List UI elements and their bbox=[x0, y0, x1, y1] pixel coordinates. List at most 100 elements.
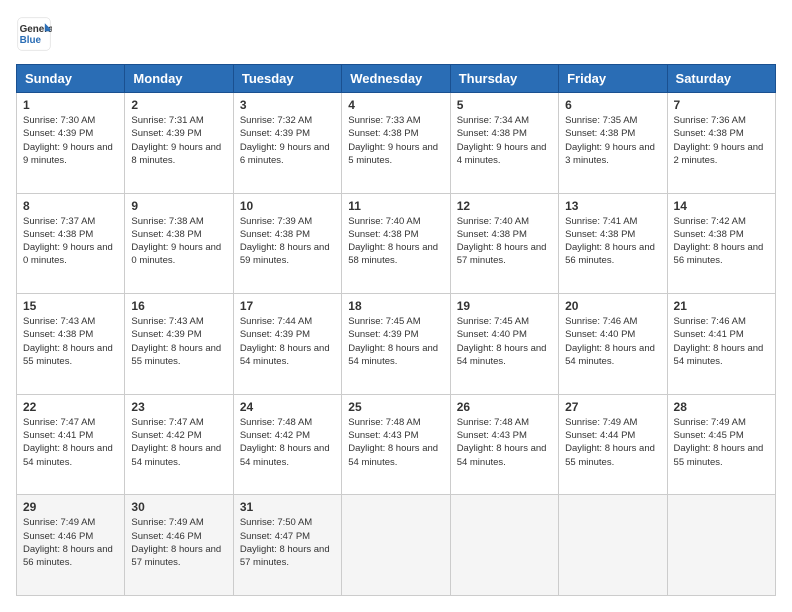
day-number: 7 bbox=[674, 98, 769, 112]
calendar-day-cell: 1 Sunrise: 7:30 AMSunset: 4:39 PMDayligh… bbox=[17, 93, 125, 194]
cell-info: Sunrise: 7:49 AMSunset: 4:44 PMDaylight:… bbox=[565, 416, 660, 469]
logo-icon: General Blue bbox=[16, 16, 52, 52]
cell-info: Sunrise: 7:31 AMSunset: 4:39 PMDaylight:… bbox=[131, 114, 226, 167]
day-number: 10 bbox=[240, 199, 335, 213]
calendar-day-cell: 25 Sunrise: 7:48 AMSunset: 4:43 PMDaylig… bbox=[342, 394, 450, 495]
day-number: 25 bbox=[348, 400, 443, 414]
day-number: 23 bbox=[131, 400, 226, 414]
cell-info: Sunrise: 7:43 AMSunset: 4:38 PMDaylight:… bbox=[23, 315, 118, 368]
svg-text:Blue: Blue bbox=[20, 35, 42, 46]
calendar-day-cell: 20 Sunrise: 7:46 AMSunset: 4:40 PMDaylig… bbox=[559, 294, 667, 395]
calendar-day-cell: 3 Sunrise: 7:32 AMSunset: 4:39 PMDayligh… bbox=[233, 93, 341, 194]
calendar-header-cell: Wednesday bbox=[342, 65, 450, 93]
cell-info: Sunrise: 7:46 AMSunset: 4:41 PMDaylight:… bbox=[674, 315, 769, 368]
cell-info: Sunrise: 7:45 AMSunset: 4:39 PMDaylight:… bbox=[348, 315, 443, 368]
day-number: 28 bbox=[674, 400, 769, 414]
calendar-week-row: 22 Sunrise: 7:47 AMSunset: 4:41 PMDaylig… bbox=[17, 394, 776, 495]
calendar-week-row: 29 Sunrise: 7:49 AMSunset: 4:46 PMDaylig… bbox=[17, 495, 776, 596]
day-number: 21 bbox=[674, 299, 769, 313]
calendar-header-cell: Thursday bbox=[450, 65, 558, 93]
cell-info: Sunrise: 7:43 AMSunset: 4:39 PMDaylight:… bbox=[131, 315, 226, 368]
calendar-day-cell: 22 Sunrise: 7:47 AMSunset: 4:41 PMDaylig… bbox=[17, 394, 125, 495]
calendar-day-cell: 17 Sunrise: 7:44 AMSunset: 4:39 PMDaylig… bbox=[233, 294, 341, 395]
cell-info: Sunrise: 7:48 AMSunset: 4:43 PMDaylight:… bbox=[348, 416, 443, 469]
calendar-day-cell: 4 Sunrise: 7:33 AMSunset: 4:38 PMDayligh… bbox=[342, 93, 450, 194]
cell-info: Sunrise: 7:35 AMSunset: 4:38 PMDaylight:… bbox=[565, 114, 660, 167]
calendar-day-cell: 18 Sunrise: 7:45 AMSunset: 4:39 PMDaylig… bbox=[342, 294, 450, 395]
page: General Blue SundayMondayTuesdayWednesda… bbox=[0, 0, 792, 612]
day-number: 31 bbox=[240, 500, 335, 514]
day-number: 30 bbox=[131, 500, 226, 514]
calendar-week-row: 8 Sunrise: 7:37 AMSunset: 4:38 PMDayligh… bbox=[17, 193, 776, 294]
calendar-day-cell: 7 Sunrise: 7:36 AMSunset: 4:38 PMDayligh… bbox=[667, 93, 775, 194]
day-number: 15 bbox=[23, 299, 118, 313]
cell-info: Sunrise: 7:40 AMSunset: 4:38 PMDaylight:… bbox=[457, 215, 552, 268]
day-number: 27 bbox=[565, 400, 660, 414]
calendar-header-cell: Sunday bbox=[17, 65, 125, 93]
day-number: 1 bbox=[23, 98, 118, 112]
cell-info: Sunrise: 7:45 AMSunset: 4:40 PMDaylight:… bbox=[457, 315, 552, 368]
cell-info: Sunrise: 7:47 AMSunset: 4:42 PMDaylight:… bbox=[131, 416, 226, 469]
cell-info: Sunrise: 7:33 AMSunset: 4:38 PMDaylight:… bbox=[348, 114, 443, 167]
day-number: 29 bbox=[23, 500, 118, 514]
calendar-day-cell: 9 Sunrise: 7:38 AMSunset: 4:38 PMDayligh… bbox=[125, 193, 233, 294]
cell-info: Sunrise: 7:36 AMSunset: 4:38 PMDaylight:… bbox=[674, 114, 769, 167]
day-number: 14 bbox=[674, 199, 769, 213]
calendar-day-cell: 27 Sunrise: 7:49 AMSunset: 4:44 PMDaylig… bbox=[559, 394, 667, 495]
cell-info: Sunrise: 7:38 AMSunset: 4:38 PMDaylight:… bbox=[131, 215, 226, 268]
cell-info: Sunrise: 7:48 AMSunset: 4:43 PMDaylight:… bbox=[457, 416, 552, 469]
day-number: 6 bbox=[565, 98, 660, 112]
day-number: 12 bbox=[457, 199, 552, 213]
day-number: 13 bbox=[565, 199, 660, 213]
calendar-body: 1 Sunrise: 7:30 AMSunset: 4:39 PMDayligh… bbox=[17, 93, 776, 596]
calendar-header-cell: Friday bbox=[559, 65, 667, 93]
calendar-day-cell: 8 Sunrise: 7:37 AMSunset: 4:38 PMDayligh… bbox=[17, 193, 125, 294]
day-number: 26 bbox=[457, 400, 552, 414]
calendar-header-cell: Monday bbox=[125, 65, 233, 93]
calendar-day-cell: 16 Sunrise: 7:43 AMSunset: 4:39 PMDaylig… bbox=[125, 294, 233, 395]
calendar-day-cell: 12 Sunrise: 7:40 AMSunset: 4:38 PMDaylig… bbox=[450, 193, 558, 294]
calendar-day-cell: 13 Sunrise: 7:41 AMSunset: 4:38 PMDaylig… bbox=[559, 193, 667, 294]
day-number: 20 bbox=[565, 299, 660, 313]
day-number: 18 bbox=[348, 299, 443, 313]
cell-info: Sunrise: 7:46 AMSunset: 4:40 PMDaylight:… bbox=[565, 315, 660, 368]
cell-info: Sunrise: 7:44 AMSunset: 4:39 PMDaylight:… bbox=[240, 315, 335, 368]
calendar-day-cell: 6 Sunrise: 7:35 AMSunset: 4:38 PMDayligh… bbox=[559, 93, 667, 194]
cell-info: Sunrise: 7:41 AMSunset: 4:38 PMDaylight:… bbox=[565, 215, 660, 268]
cell-info: Sunrise: 7:42 AMSunset: 4:38 PMDaylight:… bbox=[674, 215, 769, 268]
calendar-header-cell: Tuesday bbox=[233, 65, 341, 93]
calendar-week-row: 15 Sunrise: 7:43 AMSunset: 4:38 PMDaylig… bbox=[17, 294, 776, 395]
cell-info: Sunrise: 7:47 AMSunset: 4:41 PMDaylight:… bbox=[23, 416, 118, 469]
calendar-table: SundayMondayTuesdayWednesdayThursdayFrid… bbox=[16, 64, 776, 596]
cell-info: Sunrise: 7:30 AMSunset: 4:39 PMDaylight:… bbox=[23, 114, 118, 167]
day-number: 8 bbox=[23, 199, 118, 213]
day-number: 11 bbox=[348, 199, 443, 213]
calendar-day-cell bbox=[450, 495, 558, 596]
cell-info: Sunrise: 7:34 AMSunset: 4:38 PMDaylight:… bbox=[457, 114, 552, 167]
calendar-day-cell: 14 Sunrise: 7:42 AMSunset: 4:38 PMDaylig… bbox=[667, 193, 775, 294]
cell-info: Sunrise: 7:39 AMSunset: 4:38 PMDaylight:… bbox=[240, 215, 335, 268]
calendar-day-cell: 5 Sunrise: 7:34 AMSunset: 4:38 PMDayligh… bbox=[450, 93, 558, 194]
calendar-header-cell: Saturday bbox=[667, 65, 775, 93]
calendar-day-cell: 15 Sunrise: 7:43 AMSunset: 4:38 PMDaylig… bbox=[17, 294, 125, 395]
cell-info: Sunrise: 7:49 AMSunset: 4:46 PMDaylight:… bbox=[23, 516, 118, 569]
calendar-day-cell: 31 Sunrise: 7:50 AMSunset: 4:47 PMDaylig… bbox=[233, 495, 341, 596]
calendar-day-cell: 28 Sunrise: 7:49 AMSunset: 4:45 PMDaylig… bbox=[667, 394, 775, 495]
day-number: 17 bbox=[240, 299, 335, 313]
day-number: 4 bbox=[348, 98, 443, 112]
calendar-day-cell: 21 Sunrise: 7:46 AMSunset: 4:41 PMDaylig… bbox=[667, 294, 775, 395]
day-number: 22 bbox=[23, 400, 118, 414]
calendar-day-cell: 30 Sunrise: 7:49 AMSunset: 4:46 PMDaylig… bbox=[125, 495, 233, 596]
day-number: 3 bbox=[240, 98, 335, 112]
calendar-day-cell: 10 Sunrise: 7:39 AMSunset: 4:38 PMDaylig… bbox=[233, 193, 341, 294]
calendar-day-cell bbox=[342, 495, 450, 596]
calendar-day-cell: 19 Sunrise: 7:45 AMSunset: 4:40 PMDaylig… bbox=[450, 294, 558, 395]
calendar-day-cell: 24 Sunrise: 7:48 AMSunset: 4:42 PMDaylig… bbox=[233, 394, 341, 495]
calendar-day-cell: 26 Sunrise: 7:48 AMSunset: 4:43 PMDaylig… bbox=[450, 394, 558, 495]
cell-info: Sunrise: 7:37 AMSunset: 4:38 PMDaylight:… bbox=[23, 215, 118, 268]
calendar-day-cell bbox=[667, 495, 775, 596]
day-number: 16 bbox=[131, 299, 226, 313]
cell-info: Sunrise: 7:49 AMSunset: 4:46 PMDaylight:… bbox=[131, 516, 226, 569]
day-number: 2 bbox=[131, 98, 226, 112]
cell-info: Sunrise: 7:40 AMSunset: 4:38 PMDaylight:… bbox=[348, 215, 443, 268]
